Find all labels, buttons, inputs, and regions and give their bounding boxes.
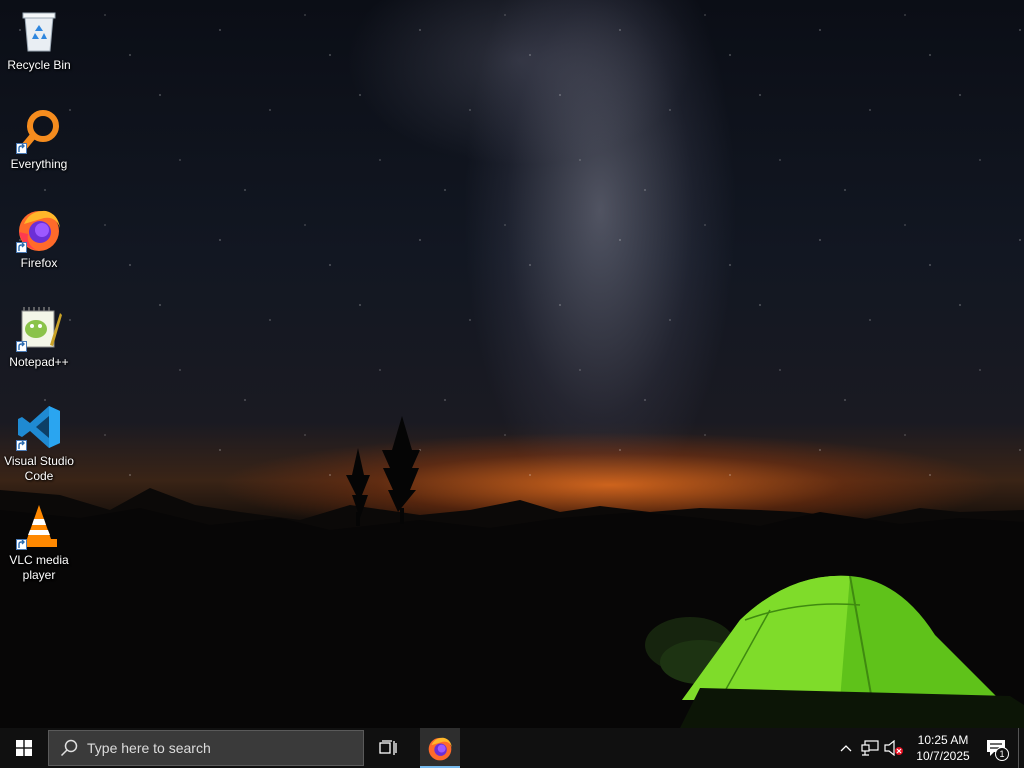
network-icon	[861, 740, 879, 756]
chevron-up-icon	[840, 745, 852, 752]
shortcut-arrow-icon	[16, 242, 27, 253]
volume-muted-icon	[884, 740, 903, 756]
action-center-button[interactable]: 1	[976, 728, 1016, 768]
clock-time: 10:25 AM	[917, 733, 969, 747]
desktop[interactable]: Recycle Bin Everything Firefox Notepad++…	[0, 0, 1024, 728]
desktop-icon-recycle-bin[interactable]: Recycle Bin	[2, 6, 76, 94]
firefox-icon	[14, 204, 64, 254]
desktop-icon-label: Recycle Bin	[7, 58, 71, 72]
shortcut-arrow-icon	[16, 539, 27, 550]
shortcut-arrow-icon	[16, 143, 27, 154]
taskbar-search-box[interactable]: Type here to search	[48, 730, 364, 766]
recycle-bin-icon	[14, 6, 64, 56]
notepad-plus-plus-icon	[14, 303, 64, 353]
desktop-icon-label: VLC media player	[9, 553, 69, 582]
taskbar-clock[interactable]: 10:25 AM 10/7/2025	[910, 728, 976, 768]
wallpaper-landscape	[0, 416, 1024, 728]
desktop-icon-label: Notepad++	[9, 355, 69, 369]
desktop-icon-notepad-plus-plus[interactable]: Notepad++	[2, 303, 76, 391]
notification-count-badge: 1	[995, 747, 1009, 761]
search-placeholder: Type here to search	[87, 740, 211, 756]
search-icon	[59, 738, 79, 758]
desktop-icon-label: Visual Studio Code	[4, 454, 74, 483]
vscode-icon	[14, 402, 64, 452]
show-hidden-icons-button[interactable]	[834, 728, 858, 768]
desktop-icon-label: Everything	[10, 157, 68, 171]
desktop-icon-firefox[interactable]: Firefox	[2, 204, 76, 292]
task-view-button[interactable]	[364, 728, 412, 768]
clock-date: 10/7/2025	[916, 749, 970, 763]
firefox-icon	[428, 737, 452, 761]
volume-button[interactable]	[882, 728, 906, 768]
system-tray: 10:25 AM 10/7/2025 1	[834, 728, 1024, 768]
shortcut-arrow-icon	[16, 440, 27, 451]
desktop-icon-everything[interactable]: Everything	[2, 105, 76, 193]
desktop-icon-label: Firefox	[20, 256, 58, 270]
taskbar-firefox-button[interactable]	[420, 728, 460, 768]
start-button[interactable]	[0, 728, 48, 768]
vlc-icon	[14, 501, 64, 551]
task-view-icon	[379, 740, 397, 755]
network-button[interactable]	[858, 728, 882, 768]
show-desktop-button[interactable]	[1018, 728, 1024, 768]
everything-search-icon	[14, 105, 64, 155]
windows-logo-icon	[16, 740, 32, 756]
taskbar: Type here to search 10:25 AM 10/7/2025 1	[0, 728, 1024, 768]
desktop-icon-vscode[interactable]: Visual Studio Code	[2, 402, 76, 490]
desktop-icon-vlc[interactable]: VLC media player	[2, 501, 76, 589]
shortcut-arrow-icon	[16, 341, 27, 352]
